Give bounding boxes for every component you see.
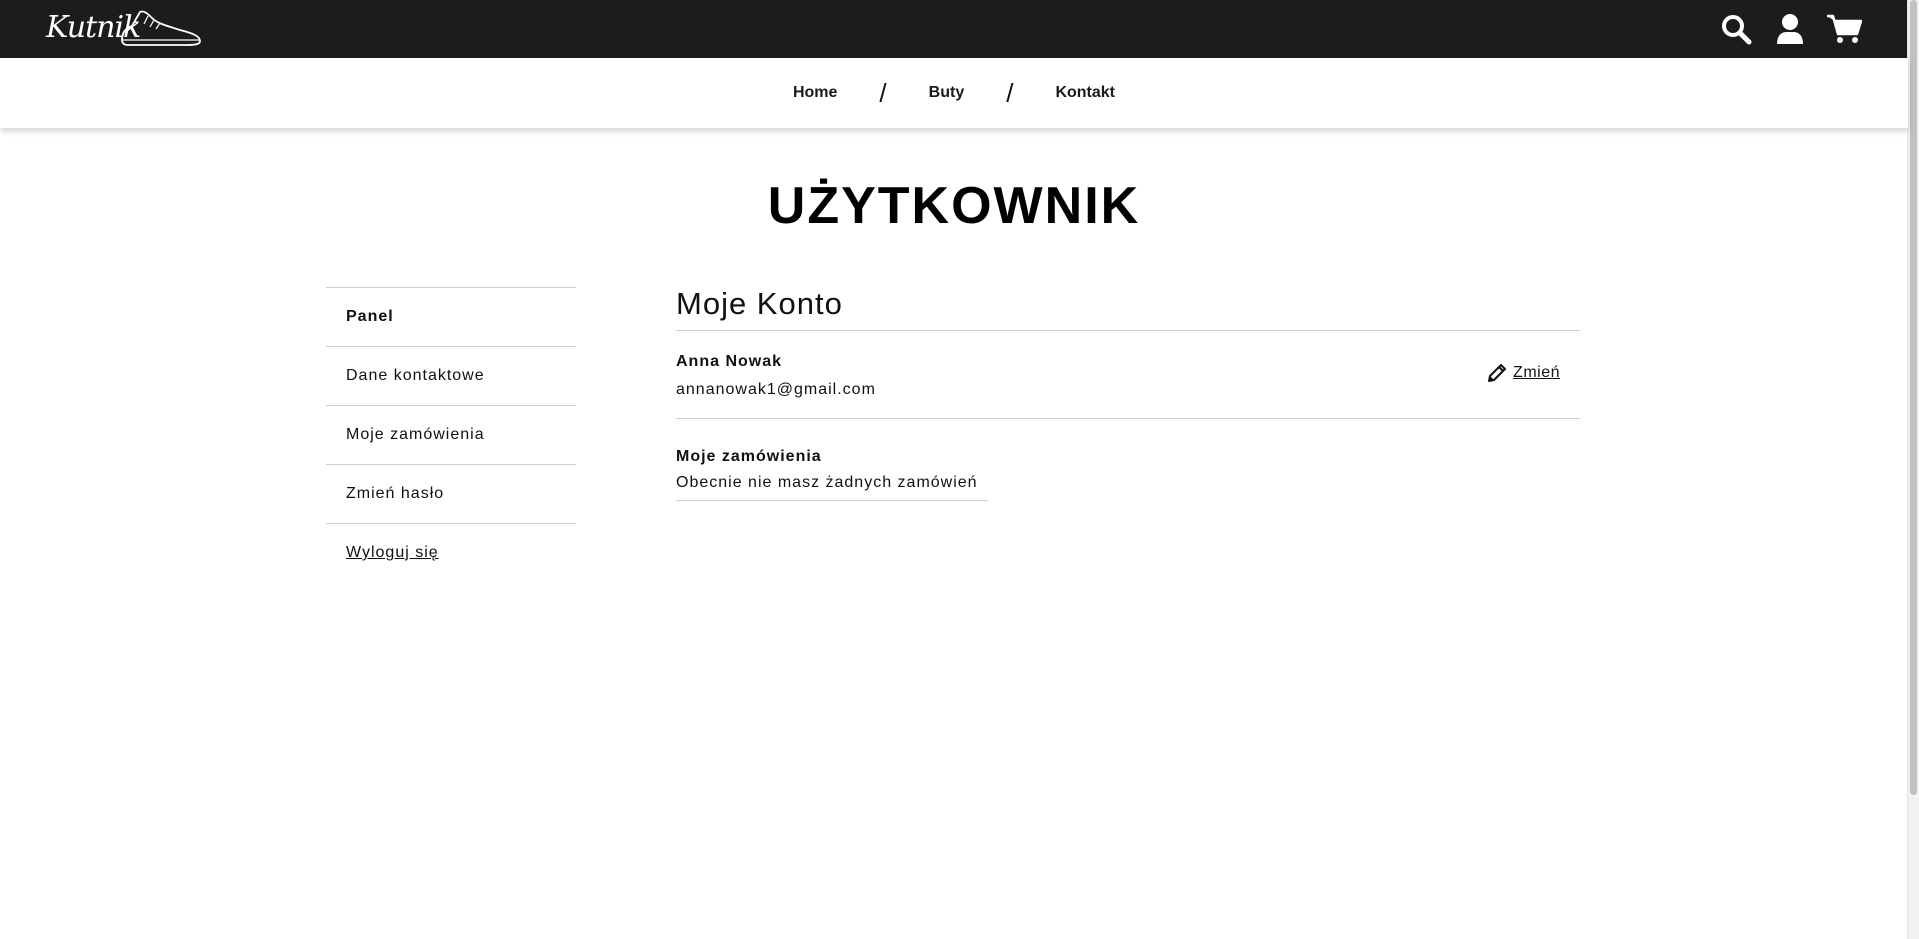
nav-buty[interactable]: Buty: [925, 84, 969, 102]
orders-title: Moje zamówienia: [676, 448, 822, 465]
sidebar-item-panel[interactable]: Panel: [326, 287, 576, 346]
edit-account-link[interactable]: Zmień: [1487, 363, 1560, 383]
page-scrollbar[interactable]: [1907, 0, 1919, 939]
user-email: annanowak1@gmail.com: [676, 381, 876, 398]
sidebar-item-logout[interactable]: Wyloguj się: [326, 523, 576, 582]
user-icon[interactable]: [1772, 11, 1808, 47]
orders-empty-text: Obecnie nie masz żadnych zamówień: [676, 474, 978, 491]
pencil-icon: [1488, 364, 1507, 382]
edit-account-label: Zmień: [1513, 364, 1560, 381]
sidebar-item-change-password[interactable]: Zmień hasło: [326, 464, 576, 523]
nav-separator: /: [1006, 78, 1014, 108]
scrollbar-thumb[interactable]: [1910, 0, 1917, 795]
nav-kontakt[interactable]: Kontakt: [1051, 84, 1119, 102]
user-name: Anna Nowak: [676, 353, 783, 370]
account-info-row: Anna Nowak annanowak1@gmail.com Zmień: [676, 331, 1580, 419]
search-icon[interactable]: [1718, 11, 1754, 47]
cart-icon[interactable]: [1826, 11, 1862, 47]
header-icons: [1700, 0, 1908, 58]
page: Kutnik Home / Buty / Kontakt UŻYTKOWNIK …: [0, 0, 1908, 939]
account-main: Moje Konto Anna Nowak annanowak1@gmail.c…: [676, 287, 1580, 501]
nav-separator: /: [879, 78, 887, 108]
orders-summary: Moje zamówienia Obecnie nie masz żadnych…: [676, 448, 988, 501]
top-bar: Kutnik: [0, 0, 1908, 58]
account-heading: Moje Konto: [676, 287, 1580, 331]
account-sidebar: Panel Dane kontaktowe Moje zamówienia Zm…: [326, 287, 576, 582]
logo[interactable]: Kutnik: [46, 4, 206, 52]
page-title: UŻYTKOWNIK: [767, 177, 1141, 235]
sneaker-icon: [121, 10, 201, 46]
nav-home[interactable]: Home: [789, 84, 841, 102]
main-nav: Home / Buty / Kontakt: [0, 58, 1908, 128]
sidebar-item-contact-details[interactable]: Dane kontaktowe: [326, 346, 576, 405]
sidebar-item-my-orders[interactable]: Moje zamówienia: [326, 405, 576, 464]
